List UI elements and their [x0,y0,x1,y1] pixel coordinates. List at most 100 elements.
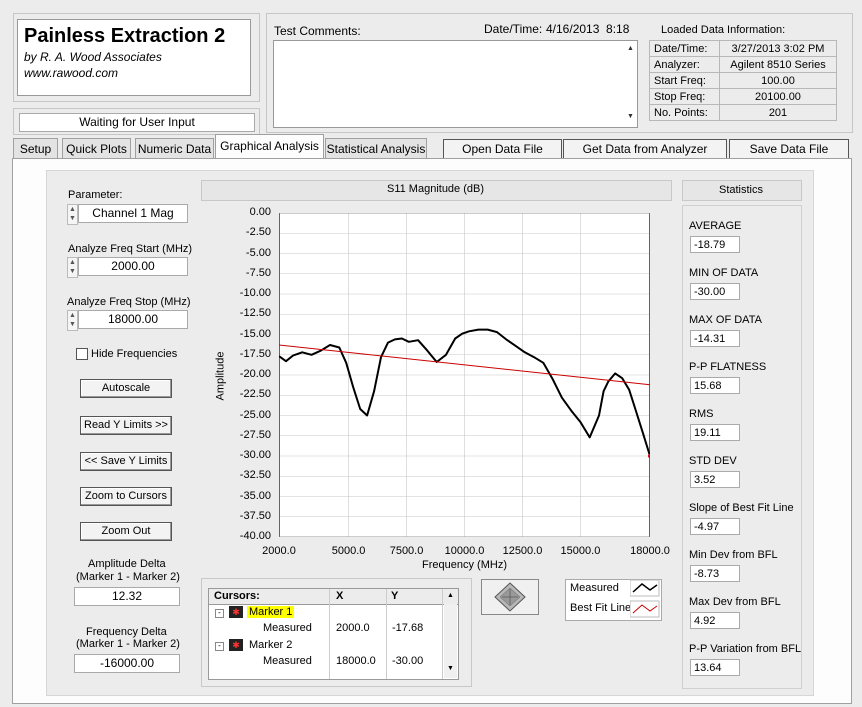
freq-start-spinner[interactable]: ▲ ▼ [67,257,78,278]
app-title: Painless Extraction 2 [24,25,226,47]
info-row: Date/Time: 3/27/2013 3:02 PM [649,40,837,57]
stat-value: 4.92 [690,612,740,629]
datetime-value: 4/16/2013 8:18 [546,22,630,36]
test-comments-field[interactable]: ▲ ▼ [273,40,638,128]
tab-label: Quick Plots [66,142,127,156]
tab-label: Setup [19,142,52,156]
status-text: Waiting for User Input [19,113,255,132]
info-value: 100.00 [719,72,837,89]
zoom-out-button[interactable]: Zoom Out [80,522,172,541]
info-row: Start Freq: 100.00 [649,72,837,89]
freq-stop-input[interactable]: 18000.00 [78,310,188,329]
y-tick-label: -12.50 [239,307,271,320]
y-tick-labels: 0.00 -2.50 -5.00 -7.50 -10.00 -12.50 -15.00 -17… [222,206,271,546]
save-y-limits-button[interactable]: << Save Y Limits [80,452,172,471]
stat-label: RMS [689,408,714,420]
y-tick-label: -32.50 [239,469,271,482]
chart-title: S11 Magnitude (dB) [386,183,485,195]
legend-bfl-swatch [630,600,660,618]
freq-start-input[interactable]: 2000.00 [78,257,188,276]
scroll-down-icon[interactable]: ▼ [447,665,454,672]
tab-setup[interactable]: Setup [13,138,58,159]
save-data-file-button[interactable]: Save Data File [729,139,849,159]
marker-2-y: -30.00 [392,655,424,667]
parameter-label: Parameter: [68,189,123,201]
stat-value: -8.73 [690,565,740,582]
tab-numeric-data[interactable]: Numeric Data [135,138,214,159]
tab-label: Statistical Analysis [326,142,426,156]
y-tick-label: -5.00 [245,246,271,259]
stat-value: 15.68 [690,377,740,394]
y-tick-label: -37.50 [239,509,271,522]
website-text: www.rawood.com [24,66,119,80]
x-tick-label: 10000.0 [444,545,485,557]
marker-2-icon: ✱ [229,639,243,651]
pan-control[interactable] [481,579,539,615]
stat-label: Min Dev from BFL [689,549,778,561]
tab-graphical-analysis[interactable]: Graphical Analysis [215,134,324,160]
loaded-data-table: Date/Time: 3/27/2013 3:02 PM Analyzer: Agil… [649,40,837,121]
info-value: 3/27/2013 3:02 PM [719,40,837,57]
stat-label: Slope of Best Fit Line [689,502,794,514]
cursor-header-x: X [336,590,344,602]
info-value: 201 [719,104,837,121]
info-value: Agilent 8510 Series [719,56,837,73]
info-label: Start Freq: [649,72,720,89]
info-label: Analyzer: [649,56,720,73]
scroll-up-icon[interactable]: ▲ [627,45,634,52]
tab-quick-plots[interactable]: Quick Plots [62,138,131,159]
x-tick-label: 5000.0 [331,545,366,557]
stat-value: -30.00 [690,283,740,300]
stat-value: 13.64 [690,659,740,676]
y-tick-label: -10.00 [239,287,271,299]
autoscale-button[interactable]: Autoscale [80,379,172,398]
cursor-header-name: Cursors: [214,590,260,602]
marker-1-x: 2000.0 [336,622,370,634]
legend-measured-label: Measured [570,582,619,594]
freq-delta-label: Frequency Delta [86,626,167,638]
marker-2-label[interactable]: Marker 2 [249,639,292,651]
read-y-limits-button[interactable]: Read Y Limits >> [80,416,172,435]
info-row: No. Points: 201 [649,104,837,121]
plot-area[interactable] [279,213,650,537]
statistics-title: Statistics [718,184,763,196]
y-tick-label: -20.00 [239,368,271,380]
info-value: 20100.00 [719,88,837,105]
loaded-data-title: Loaded Data Information: [661,24,786,36]
column-divider [442,589,443,679]
marker-1-label[interactable]: Marker 1 [247,606,295,618]
tab-label: Graphical Analysis [220,139,319,153]
measured-label: Measured [263,655,312,667]
expand-collapse-icon[interactable]: - [215,642,224,651]
marker-1-icon: ✱ [229,606,243,618]
stat-label: MIN OF DATA [689,267,759,279]
amp-delta-label: Amplitude Delta [88,558,166,570]
info-row: Analyzer: Agilent 8510 Series [649,56,837,73]
marker-2-x: 18000.0 [336,655,376,667]
open-data-file-button[interactable]: Open Data File [443,139,562,159]
comments-scrollbar[interactable]: ▲ ▼ [623,41,637,127]
cursor-table[interactable]: Cursors: X Y - ✱ Marker 1 Measured 2000.… [208,588,459,680]
hide-frequencies-label: Hide Frequencies [91,348,178,360]
stat-value: -14.31 [690,330,740,347]
x-tick-label: 12500.0 [502,545,543,557]
expand-collapse-icon[interactable]: - [215,609,224,618]
get-data-analyzer-button[interactable]: Get Data from Analyzer [563,139,727,159]
freq-delta-value: -16000.00 [74,654,180,673]
datetime-label: Date/Time: [484,22,543,36]
scroll-down-icon[interactable]: ▼ [627,113,634,120]
parameter-select[interactable]: Channel 1 Mag [78,204,188,223]
hide-frequencies-checkbox[interactable] [76,348,88,360]
info-label: Date/Time: [649,40,720,57]
title-panel: Painless Extraction 2 by R. A. Wood Asso… [17,19,251,96]
tab-statistical-analysis[interactable]: Statistical Analysis [325,138,427,159]
cursor-header-y: Y [391,590,399,602]
parameter-spinner[interactable]: ▲ ▼ [67,204,78,225]
column-divider [329,589,330,679]
column-divider [386,589,387,679]
measured-label: Measured [263,622,312,634]
scroll-up-icon[interactable]: ▲ [447,592,454,599]
y-tick-label: 0.00 [249,206,271,218]
zoom-to-cursors-button[interactable]: Zoom to Cursors [80,487,172,506]
freq-stop-spinner[interactable]: ▲ ▼ [67,310,78,331]
